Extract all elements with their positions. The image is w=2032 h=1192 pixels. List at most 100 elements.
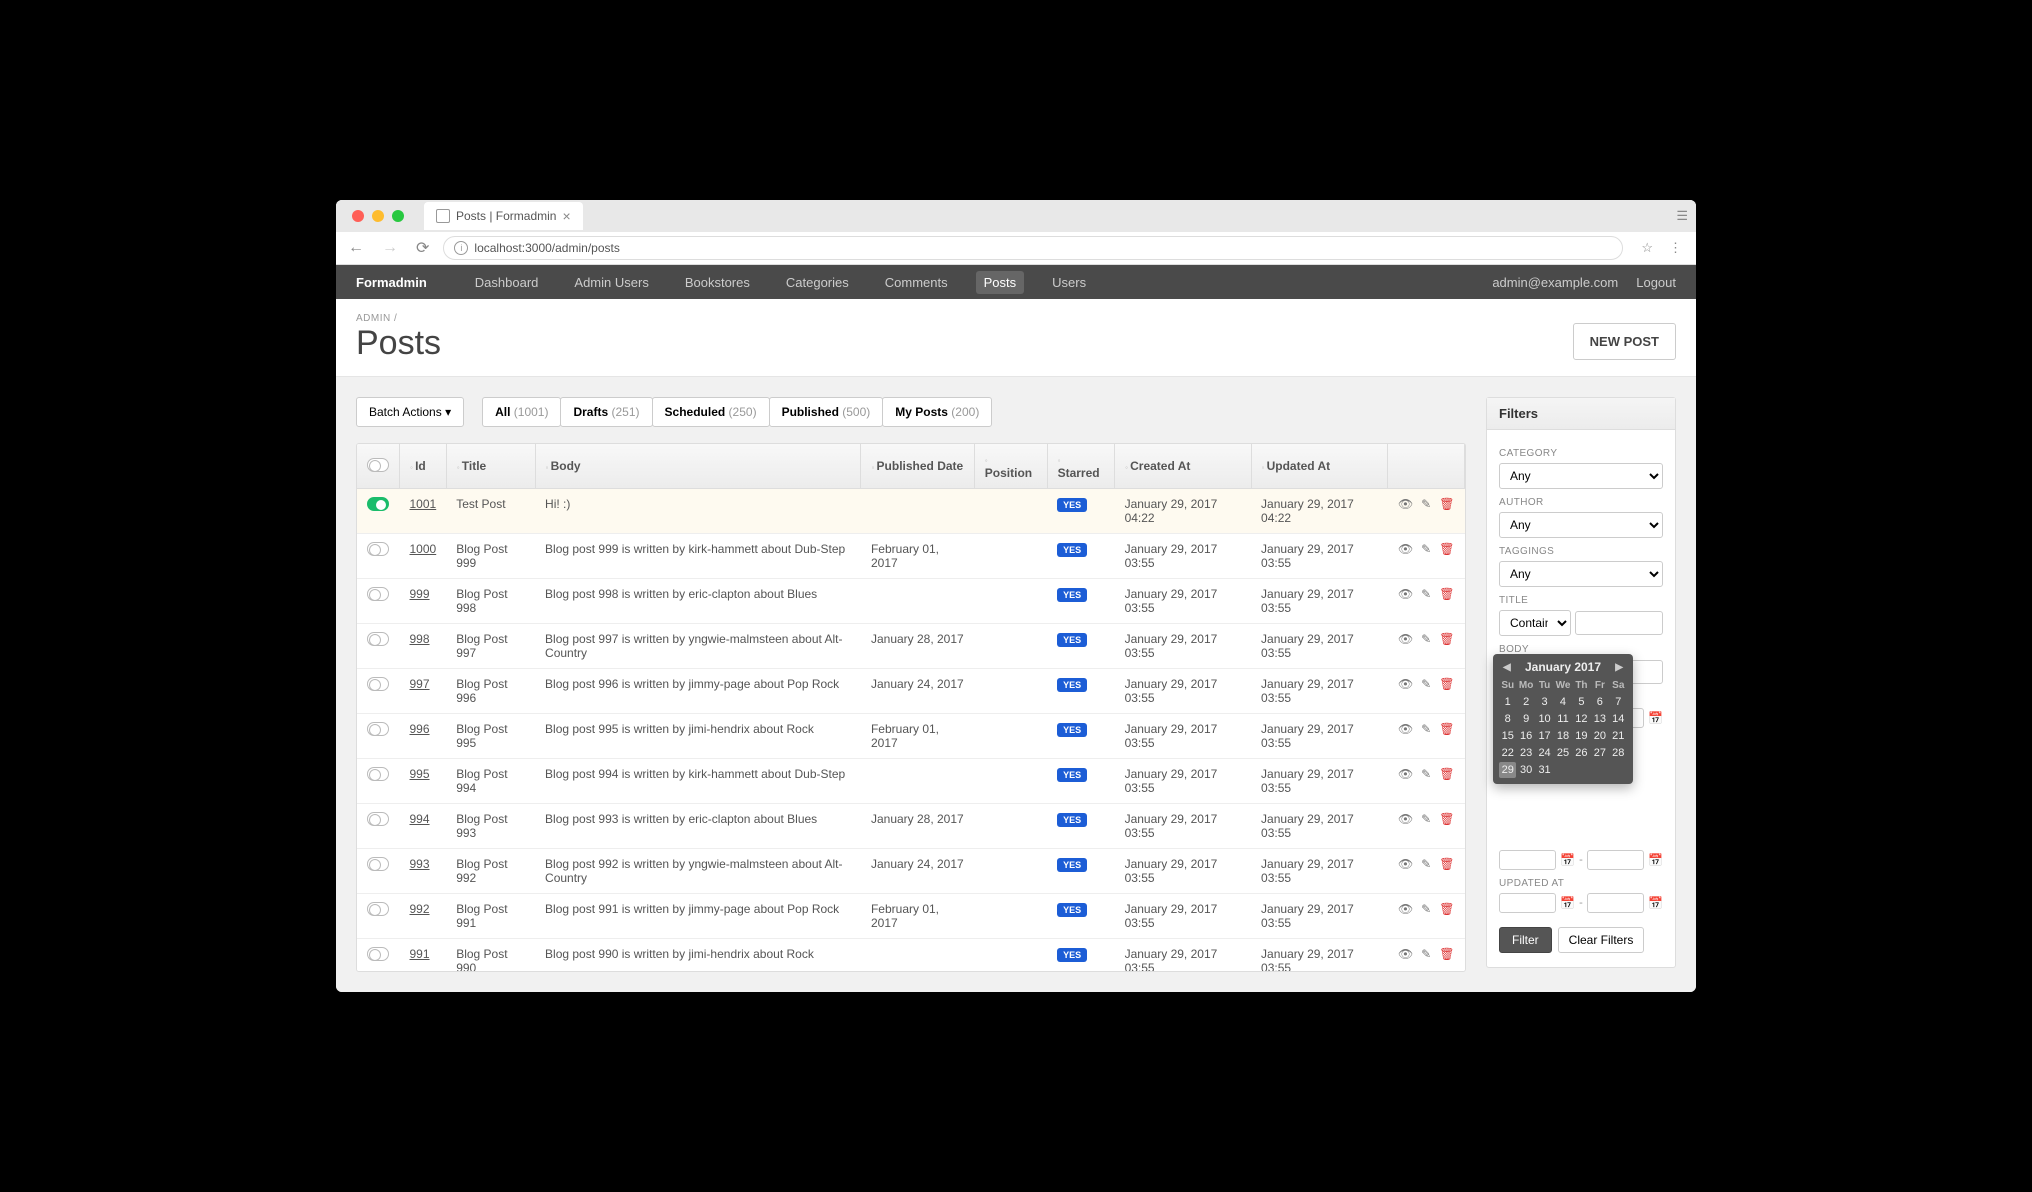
row-toggle[interactable]	[367, 812, 389, 826]
datepicker-day[interactable]: 19	[1573, 728, 1590, 744]
datepicker-day[interactable]: 22	[1499, 745, 1516, 761]
row-toggle[interactable]	[367, 587, 389, 601]
edit-icon[interactable]: ✎	[1421, 677, 1431, 691]
view-icon[interactable]: 👁	[1398, 497, 1413, 511]
row-id-link[interactable]: 991	[410, 947, 430, 961]
delete-icon[interactable]: 🗑	[1439, 902, 1454, 916]
edit-icon[interactable]: ✎	[1421, 497, 1431, 511]
datepicker-day[interactable]: 31	[1536, 762, 1553, 778]
scope-drafts[interactable]: Drafts (251)	[560, 397, 652, 427]
col-updated-at[interactable]: Updated At	[1251, 444, 1388, 489]
updated-to[interactable]	[1587, 893, 1644, 913]
row-id-link[interactable]: 997	[410, 677, 430, 691]
edit-icon[interactable]: ✎	[1421, 947, 1431, 961]
edit-icon[interactable]: ✎	[1421, 722, 1431, 736]
created-from[interactable]	[1499, 850, 1556, 870]
delete-icon[interactable]: 🗑	[1439, 677, 1454, 691]
scope-scheduled[interactable]: Scheduled (250)	[652, 397, 770, 427]
created-to[interactable]	[1587, 850, 1644, 870]
nav-link-users[interactable]: Users	[1044, 271, 1094, 294]
row-toggle[interactable]	[367, 767, 389, 781]
col-published-date[interactable]: Published Date	[861, 444, 974, 489]
col-title[interactable]: Title	[446, 444, 535, 489]
datepicker-day[interactable]: 2	[1517, 694, 1534, 710]
row-toggle[interactable]	[367, 902, 389, 916]
view-icon[interactable]: 👁	[1398, 677, 1413, 691]
row-id-link[interactable]: 999	[410, 587, 430, 601]
row-id-link[interactable]: 993	[410, 857, 430, 871]
view-icon[interactable]: 👁	[1398, 902, 1413, 916]
datepicker-day[interactable]: 18	[1554, 728, 1571, 744]
nav-link-categories[interactable]: Categories	[778, 271, 857, 294]
new-post-button[interactable]: NEW POST	[1573, 323, 1676, 360]
updated-from[interactable]	[1499, 893, 1556, 913]
tab-close-icon[interactable]: ×	[562, 208, 570, 224]
delete-icon[interactable]: 🗑	[1439, 497, 1454, 511]
calendar-icon[interactable]: 📅	[1560, 853, 1575, 867]
site-info-icon[interactable]: i	[454, 241, 468, 255]
edit-icon[interactable]: ✎	[1421, 587, 1431, 601]
row-id-link[interactable]: 996	[410, 722, 430, 736]
taggings-select[interactable]: Any	[1499, 561, 1663, 587]
author-select[interactable]: Any	[1499, 512, 1663, 538]
row-toggle[interactable]	[367, 632, 389, 646]
datepicker-day[interactable]: 12	[1573, 711, 1590, 727]
view-icon[interactable]: 👁	[1398, 722, 1413, 736]
delete-icon[interactable]: 🗑	[1439, 587, 1454, 601]
datepicker-day[interactable]: 24	[1536, 745, 1553, 761]
datepicker-day[interactable]: 27	[1591, 745, 1608, 761]
view-icon[interactable]: 👁	[1398, 812, 1413, 826]
calendar-icon[interactable]: 📅	[1648, 896, 1663, 910]
view-icon[interactable]: 👁	[1398, 542, 1413, 556]
row-toggle[interactable]	[367, 497, 389, 511]
edit-icon[interactable]: ✎	[1421, 902, 1431, 916]
datepicker-day[interactable]: 4	[1554, 694, 1571, 710]
row-toggle[interactable]	[367, 722, 389, 736]
row-id-link[interactable]: 1001	[410, 497, 437, 511]
forward-icon[interactable]: →	[378, 239, 402, 257]
scope-all[interactable]: All (1001)	[482, 397, 561, 427]
delete-icon[interactable]: 🗑	[1439, 812, 1454, 826]
calendar-icon[interactable]: 📅	[1648, 853, 1663, 867]
datepicker-day[interactable]: 26	[1573, 745, 1590, 761]
datepicker-next-icon[interactable]: ▶	[1611, 662, 1627, 673]
edit-icon[interactable]: ✎	[1421, 542, 1431, 556]
brand[interactable]: Formadmin	[356, 275, 427, 290]
nav-link-comments[interactable]: Comments	[877, 271, 956, 294]
user-email[interactable]: admin@example.com	[1492, 275, 1618, 290]
delete-icon[interactable]: 🗑	[1439, 947, 1454, 961]
datepicker-day[interactable]: 6	[1591, 694, 1608, 710]
row-id-link[interactable]: 1000	[410, 542, 437, 556]
maximize-window-icon[interactable]	[392, 210, 404, 222]
delete-icon[interactable]: 🗑	[1439, 632, 1454, 646]
row-id-link[interactable]: 995	[410, 767, 430, 781]
batch-actions-button[interactable]: Batch Actions ▾	[356, 397, 464, 427]
datepicker-day[interactable]: 1	[1499, 694, 1516, 710]
browser-menu-icon[interactable]: ⋮	[1663, 240, 1688, 256]
logout-link[interactable]: Logout	[1636, 275, 1676, 290]
datepicker-day[interactable]: 30	[1517, 762, 1534, 778]
view-icon[interactable]: 👁	[1398, 632, 1413, 646]
delete-icon[interactable]: 🗑	[1439, 722, 1454, 736]
datepicker-day[interactable]: 29	[1499, 762, 1516, 778]
col-created-at[interactable]: Created At	[1115, 444, 1251, 489]
row-toggle[interactable]	[367, 857, 389, 871]
back-icon[interactable]: ←	[344, 239, 368, 257]
category-select[interactable]: Any	[1499, 463, 1663, 489]
datepicker-day[interactable]: 9	[1517, 711, 1534, 727]
col-body[interactable]: Body	[535, 444, 861, 489]
datepicker-day[interactable]: 10	[1536, 711, 1553, 727]
col-position[interactable]: Position	[974, 444, 1047, 489]
nav-link-dashboard[interactable]: Dashboard	[467, 271, 547, 294]
url-input[interactable]: i localhost:3000/admin/posts	[443, 236, 1623, 260]
datepicker-day[interactable]: 15	[1499, 728, 1516, 744]
scope-my-posts[interactable]: My Posts (200)	[882, 397, 992, 427]
browser-tab[interactable]: Posts | Formadmin ×	[424, 202, 583, 230]
row-id-link[interactable]: 992	[410, 902, 430, 916]
datepicker-day[interactable]: 8	[1499, 711, 1516, 727]
row-id-link[interactable]: 994	[410, 812, 430, 826]
datepicker-day[interactable]: 16	[1517, 728, 1534, 744]
row-toggle[interactable]	[367, 542, 389, 556]
row-id-link[interactable]: 998	[410, 632, 430, 646]
scope-published[interactable]: Published (500)	[769, 397, 884, 427]
